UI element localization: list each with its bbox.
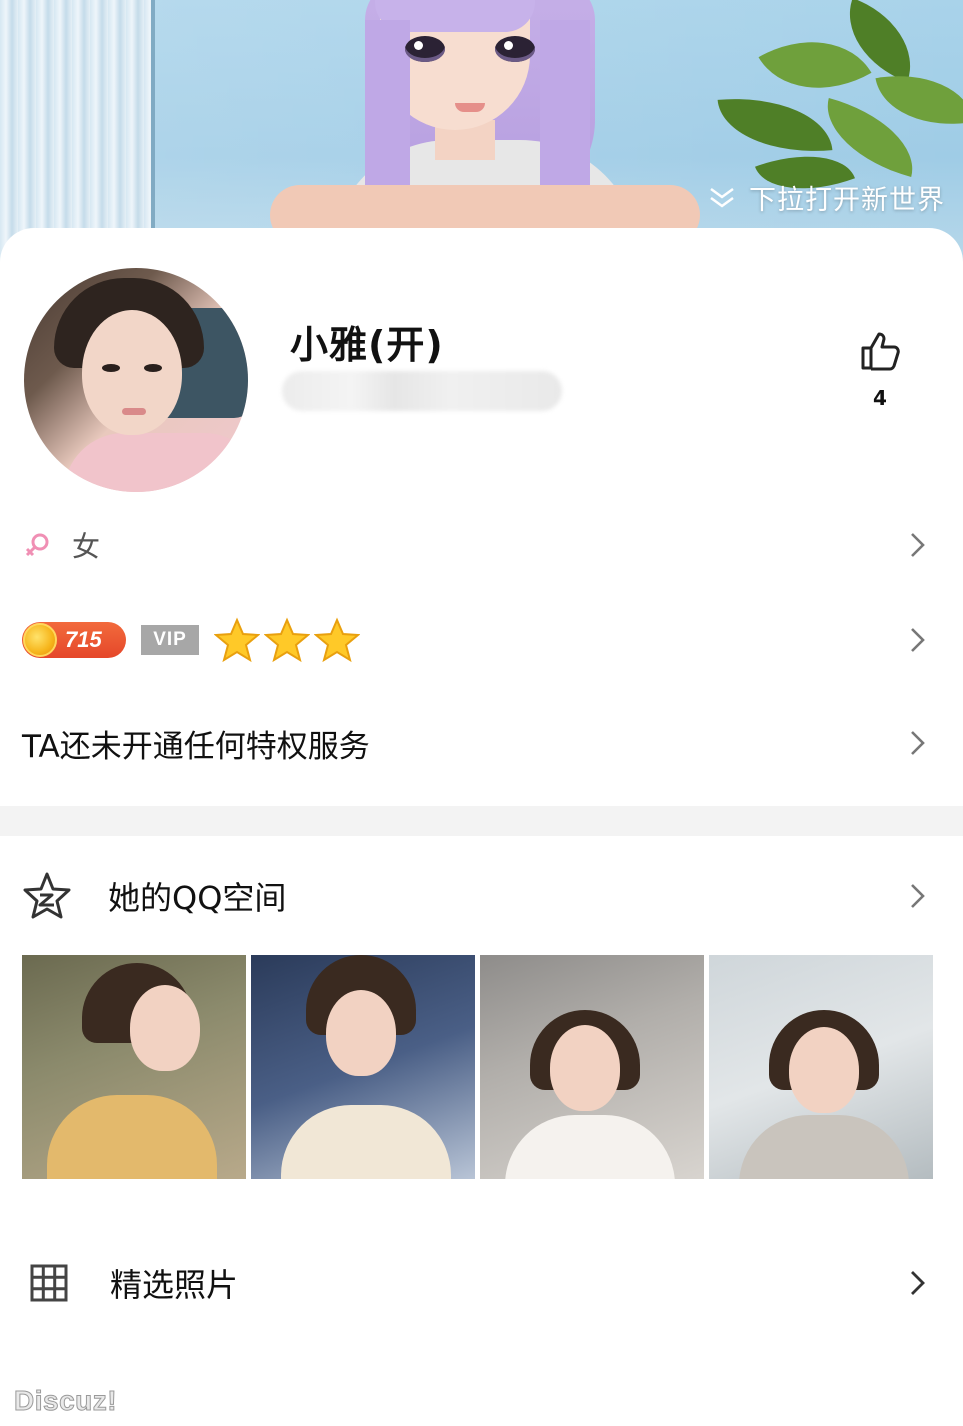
thumbs-up-icon [861,332,900,371]
qzone-photo-strip [22,955,934,1179]
pull-down-hint[interactable]: 下拉打开新世界 [705,178,945,217]
nickname: 小雅(开) [290,323,444,367]
chevron-right-icon [911,1271,925,1295]
chevron-right-icon [911,628,925,652]
selected-photos-title: 精选照片 [110,1266,239,1304]
avatar[interactable] [24,268,248,492]
star-icon [214,617,260,663]
privilege-row[interactable]: TA还未开通任何特权服务 [0,722,963,765]
profile-card: 小雅(开) 4 女 715 VIP TA还未开通任何特权服务 她的QQ空间 精选… [0,228,963,1426]
star-icon [264,617,310,663]
cartoon-avatar-character [270,0,700,262]
qzone-row[interactable]: 她的QQ空间 [0,868,963,924]
privilege-text: TA还未开通任何特权服务 [22,728,370,765]
qzone-photo[interactable] [480,955,704,1179]
star-icon [314,617,360,663]
like-count: 4 [873,386,887,410]
qzone-star-icon [23,872,71,919]
vip-badge: VIP [141,625,199,655]
section-divider [0,806,963,836]
discuz-watermark: Discuz! [13,1385,118,1417]
chevron-right-icon [911,533,925,557]
level-row[interactable]: 715 VIP [0,616,963,664]
qzone-photo[interactable] [251,955,475,1179]
selected-photos-row[interactable]: 精选照片 [0,1258,963,1308]
qzone-title: 她的QQ空间 [108,879,287,917]
chevron-right-icon [911,731,925,755]
profile-banner[interactable]: 下拉打开新世界 [0,0,963,262]
coin-count: 715 [65,627,102,652]
qzone-photo[interactable] [709,955,933,1179]
gender-label: 女 [72,530,101,563]
like-button[interactable]: 4 [852,328,908,410]
blurred-account-info [282,371,562,411]
chevron-right-icon [911,884,925,908]
gender-row[interactable]: 女 [0,524,963,566]
coin-level-badge: 715 [22,622,126,658]
qzone-photo[interactable] [22,955,246,1179]
grid-icon [30,1264,68,1302]
banner-curtain [0,0,155,262]
pull-hint-text: 下拉打开新世界 [749,185,945,216]
level-stars [214,617,360,663]
coin-icon [23,623,57,657]
double-chevron-down-icon [710,187,734,208]
female-symbol-icon [25,533,49,557]
